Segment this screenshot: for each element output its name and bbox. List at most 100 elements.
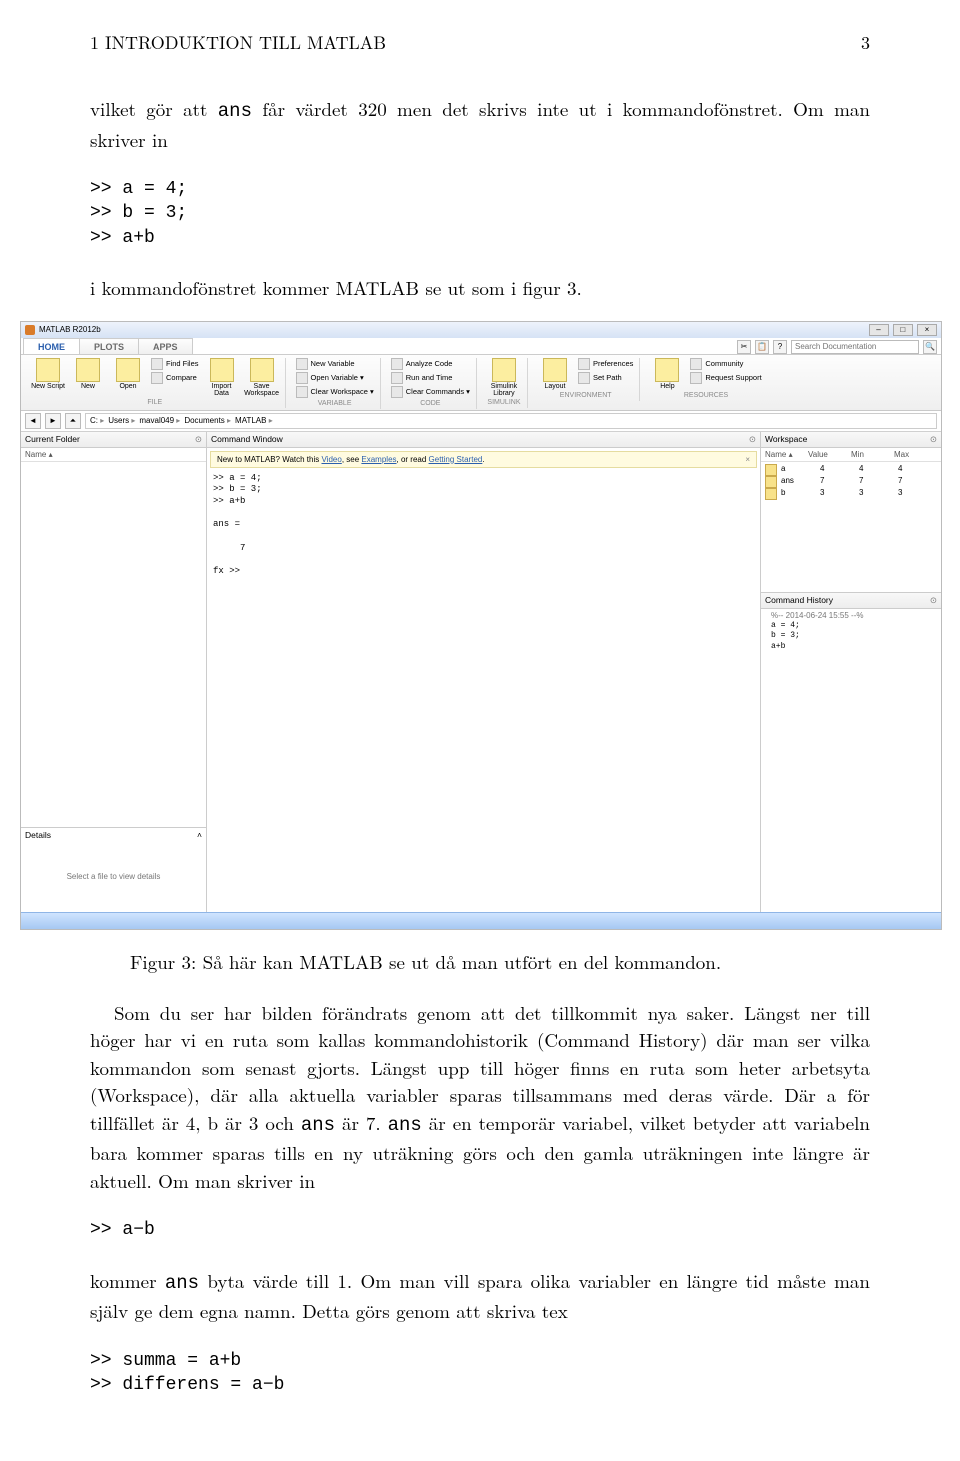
save-workspace-button[interactable]: Save Workspace	[245, 358, 279, 397]
chevron-up-icon[interactable]: ˄	[197, 830, 202, 840]
cell: 7	[898, 476, 937, 488]
analyze-code-button[interactable]: Analyze Code	[391, 358, 470, 370]
ribbon: New Script New Open Find Files Compare I…	[21, 355, 941, 411]
code-block-1: >> a = 4; >> b = 3; >> a+b	[90, 177, 870, 250]
breadcrumb-seg[interactable]: Documents	[184, 416, 231, 425]
tab-home[interactable]: HOME	[23, 338, 80, 354]
close-tip-button[interactable]: ×	[745, 455, 750, 464]
new-script-button[interactable]: New Script	[31, 358, 65, 397]
tab-plots[interactable]: PLOTS	[79, 338, 139, 354]
cell: 4	[820, 464, 859, 476]
nav-back-button[interactable]: ◄	[25, 413, 41, 429]
inline-code: ans	[388, 1114, 422, 1136]
text: kommer	[90, 1267, 165, 1294]
group-label: SIMULINK	[487, 399, 520, 406]
panel-title: Command Window	[211, 434, 283, 445]
panel-title: Command History	[765, 595, 833, 606]
column-header[interactable]: Max	[894, 450, 937, 459]
tip-link-examples[interactable]: Examples	[361, 455, 396, 464]
matlab-logo-icon	[25, 325, 35, 335]
run-and-time-button[interactable]: Run and Time	[391, 372, 470, 384]
group-label: ENVIRONMENT	[560, 392, 612, 399]
page-number: 3	[861, 30, 870, 55]
workspace-row[interactable]: ans777	[765, 476, 937, 488]
inline-code: ans	[301, 1114, 335, 1136]
set-path-button[interactable]: Set Path	[578, 372, 633, 384]
workspace-row[interactable]: a444	[765, 464, 937, 476]
column-header[interactable]: Name ▴	[765, 450, 808, 459]
history-line[interactable]: a = 4;	[771, 621, 937, 631]
tip-link-getting-started[interactable]: Getting Started	[429, 455, 483, 464]
breadcrumb-seg[interactable]: C:	[90, 416, 104, 425]
variable-icon	[765, 476, 777, 488]
tip-text: , or read	[397, 455, 429, 464]
minimize-button[interactable]: –	[869, 324, 889, 336]
panel-popout-icon[interactable]: ⊙	[930, 434, 937, 445]
tab-apps[interactable]: APPS	[138, 338, 193, 354]
clear-workspace-button[interactable]: Clear Workspace ▾	[296, 386, 374, 398]
search-documentation-input[interactable]	[791, 340, 919, 354]
panel-popout-icon[interactable]: ⊙	[195, 434, 202, 445]
quick-access-btn[interactable]: 📋	[755, 340, 769, 354]
panel-popout-icon[interactable]: ⊙	[749, 434, 756, 445]
details-empty-note: Select a file to view details	[21, 842, 206, 912]
group-label: FILE	[147, 399, 162, 406]
column-header[interactable]: Value	[808, 450, 851, 459]
details-header[interactable]: Details	[25, 830, 51, 840]
open-variable-button[interactable]: Open Variable ▾	[296, 372, 374, 384]
tip-text: .	[482, 455, 484, 464]
text: vilket gör att	[90, 95, 218, 122]
code-block-3: >> summa = a+b >> differens = a−b	[90, 1349, 870, 1398]
simulink-library-button[interactable]: Simulink Library	[487, 358, 521, 397]
quick-access-btn[interactable]: ✂	[737, 340, 751, 354]
open-button[interactable]: Open	[111, 358, 145, 397]
address-bar: ◄ ► ⏶ C: Users maval049 Documents MATLAB	[21, 411, 941, 432]
tip-link-video[interactable]: Video	[321, 455, 341, 464]
section-header: 1 INTRODUKTION TILL MATLAB	[90, 30, 386, 55]
nav-up-button[interactable]: ⏶	[65, 413, 81, 429]
history-line[interactable]: a+b	[771, 642, 937, 652]
panel-title: Workspace	[765, 434, 807, 445]
import-data-button[interactable]: Import Data	[205, 358, 239, 397]
workspace-row[interactable]: b333	[765, 488, 937, 500]
cell: b	[781, 488, 820, 500]
cell: 4	[859, 464, 898, 476]
paragraph-2: i kommandofönstret kommer MATLAB se ut s…	[90, 274, 870, 302]
command-history-panel: Command History⊙ %-- 2014-06-24 15:55 --…	[761, 593, 941, 912]
layout-button[interactable]: Layout	[538, 358, 572, 390]
history-line[interactable]: b = 3;	[771, 631, 937, 641]
cell: 3	[859, 488, 898, 500]
new-button[interactable]: New	[71, 358, 105, 397]
command-window-content[interactable]: >> a = 4; >> b = 3; >> a+b ans = 7 fx >>	[207, 471, 760, 912]
windows-taskbar	[21, 912, 941, 929]
cell: 4	[898, 464, 937, 476]
help-button[interactable]: Help	[650, 358, 684, 390]
new-variable-button[interactable]: New Variable	[296, 358, 374, 370]
column-header[interactable]: Name ▴	[25, 450, 53, 459]
close-button[interactable]: ×	[917, 324, 937, 336]
preferences-button[interactable]: Preferences	[578, 358, 633, 370]
window-titlebar: MATLAB R2012b – □ ×	[21, 322, 941, 338]
paragraph-4: kommer ans byta värde till 1. Om man vil…	[90, 1267, 870, 1325]
search-icon[interactable]: 🔍	[923, 340, 937, 354]
find-files-button[interactable]: Find Files	[151, 358, 199, 370]
clear-commands-button[interactable]: Clear Commands ▾	[391, 386, 470, 398]
inline-code: ans	[165, 1272, 199, 1294]
breadcrumb-seg[interactable]: MATLAB	[235, 416, 273, 425]
compare-button[interactable]: Compare	[151, 372, 199, 384]
quick-access-btn[interactable]: ?	[773, 340, 787, 354]
community-button[interactable]: Community	[690, 358, 761, 370]
breadcrumb[interactable]: C: Users maval049 Documents MATLAB	[85, 413, 937, 429]
cell: 7	[859, 476, 898, 488]
nav-fwd-button[interactable]: ►	[45, 413, 61, 429]
column-header[interactable]: Min	[851, 450, 894, 459]
breadcrumb-seg[interactable]: Users	[108, 416, 135, 425]
maximize-button[interactable]: □	[893, 324, 913, 336]
cell: 3	[820, 488, 859, 500]
inline-code: ans	[218, 100, 252, 122]
text: byta värde till 1. Om man vill spara oli…	[90, 1267, 870, 1325]
request-support-button[interactable]: Request Support	[690, 372, 761, 384]
panel-popout-icon[interactable]: ⊙	[930, 595, 937, 606]
breadcrumb-seg[interactable]: maval049	[139, 416, 180, 425]
group-label: VARIABLE	[318, 400, 352, 407]
